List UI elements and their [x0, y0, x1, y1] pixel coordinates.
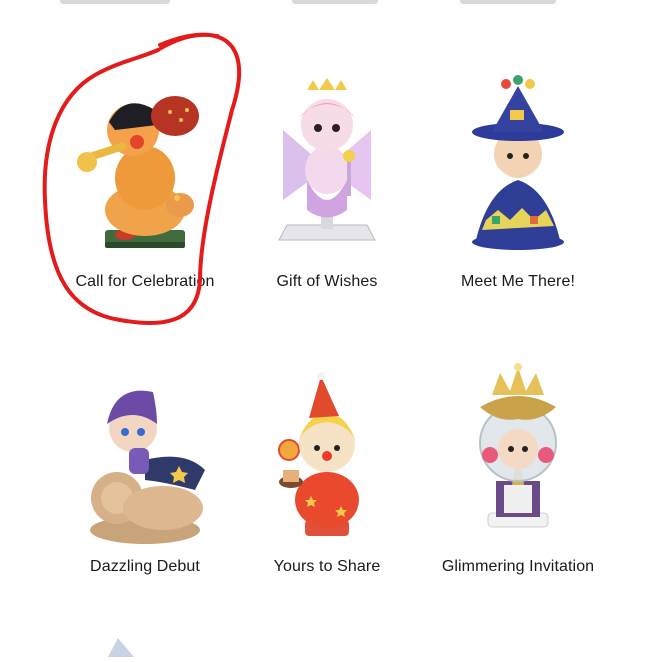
product-name: Yours to Share — [273, 558, 381, 575]
crowned-globe-figure-icon — [418, 345, 618, 540]
wizard-figure-icon — [418, 70, 618, 255]
product-card-gift-of-wishes[interactable]: Gift of Wishes — [227, 70, 427, 300]
product-name: Meet Me There! — [460, 273, 576, 290]
product-name: Dazzling Debut — [90, 558, 200, 575]
product-name: Call for Celebration — [75, 273, 215, 290]
product-grid: Call for Celebration Gift of Wishes Meet… — [0, 0, 657, 657]
product-card-dazzling-debut[interactable]: Dazzling Debut — [45, 370, 245, 600]
product-card-yours-to-share[interactable]: Yours to Share — [227, 370, 427, 600]
next-row-cutoff — [104, 636, 144, 662]
product-name: Gift of Wishes — [276, 273, 378, 290]
product-card-meet-me-there[interactable]: Meet Me There! — [418, 70, 618, 300]
trumpet-boy-figure-icon — [45, 70, 245, 255]
product-name: Glimmering Invitation — [441, 558, 595, 575]
party-clown-figure-icon — [227, 370, 427, 555]
product-card-glimmering-invitation[interactable]: Glimmering Invitation — [418, 345, 618, 600]
fairy-girl-figure-icon — [227, 70, 427, 255]
lion-rider-figure-icon — [45, 370, 245, 555]
product-card-call-for-celebration[interactable]: Call for Celebration — [45, 70, 245, 300]
